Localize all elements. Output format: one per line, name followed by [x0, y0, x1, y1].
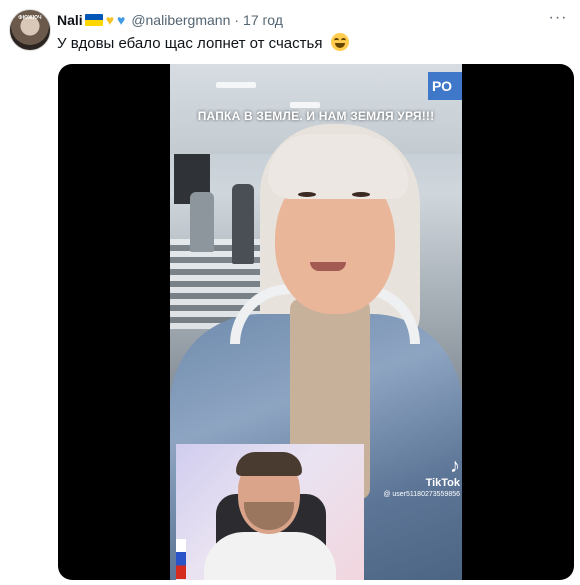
tweet-header: Nali ♥ ♥ @nalibergmann · 17 год [57, 10, 283, 30]
avatar[interactable]: ФЮЖЮЧ [9, 9, 51, 51]
timestamp[interactable]: 17 год [243, 12, 283, 28]
reaction-video-overlay [176, 444, 364, 580]
ceiling-light [290, 102, 320, 108]
yellow-heart-icon: ♥ [105, 12, 114, 28]
author-handle[interactable]: @nalibergmann [131, 12, 230, 28]
woman-bangs [268, 134, 408, 199]
more-options-button[interactable]: ··· [546, 8, 570, 28]
background-person [232, 184, 254, 264]
video-caption: ПАПКА В ЗЕМЛЕ. И НАМ ЗЕМЛЯ УРЯ!!! [197, 109, 435, 123]
separator-dot: · [234, 12, 240, 28]
blue-heart-icon: ♥ [117, 12, 126, 28]
tweet-card: ФЮЖЮЧ Nali ♥ ♥ @nalibergmann · 17 год ··… [0, 0, 580, 585]
tiktok-username: @ user51180273559856 [383, 491, 460, 498]
channel-logo: РО [428, 72, 462, 100]
grinning-squinting-face-icon [330, 33, 349, 51]
ceiling-light [216, 82, 256, 88]
man-hair [236, 452, 302, 476]
tiktok-label: TikTok [425, 477, 460, 489]
tweet-text: У вдовы ебало щас лопнет от счастья [57, 33, 349, 52]
man-body [204, 532, 336, 580]
eye [352, 192, 370, 197]
background-person [190, 192, 214, 252]
smile [310, 262, 346, 271]
author-name[interactable]: Nali [57, 12, 83, 28]
video-frame[interactable]: РО ПАПКА В ЗЕМЛЕ. И НАМ ЗЕМЛЯ УРЯ!!! ♪ T… [170, 64, 462, 580]
tweet-text-content: У вдовы ебало щас лопнет от счастья [57, 35, 323, 52]
tiktok-watermark: ♪ TikTok @ user51180273559856 [383, 456, 460, 498]
eye [298, 192, 316, 197]
ukraine-flag-icon [84, 14, 103, 26]
video-media[interactable]: РО ПАПКА В ЗЕМЛЕ. И НАМ ЗЕМЛЯ УРЯ!!! ♪ T… [58, 64, 574, 580]
tiktok-icon: ♪ [450, 455, 460, 477]
russian-flag-icon [176, 539, 186, 579]
avatar-label: ФЮЖЮЧ [18, 15, 42, 21]
